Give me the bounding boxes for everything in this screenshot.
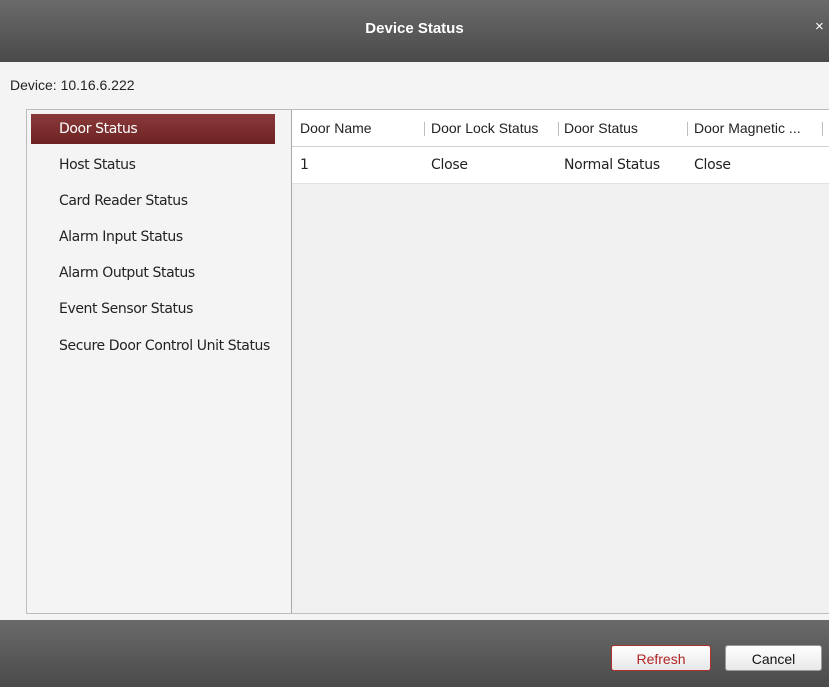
sidebar-item-event-sensor-status[interactable]: Event Sensor Status	[31, 294, 275, 324]
door-status-table: Door Name Door Lock Status Door Status D…	[292, 110, 829, 613]
table-row[interactable]: 1 Close Normal Status Close	[292, 147, 829, 184]
refresh-button[interactable]: Refresh	[611, 645, 711, 671]
sidebar-item-label: Alarm Input Status	[59, 229, 183, 245]
sidebar-item-alarm-output-status[interactable]: Alarm Output Status	[31, 258, 275, 288]
cell-door-status: Normal Status	[564, 157, 660, 173]
status-category-list: Door Status Host Status Card Reader Stat…	[27, 110, 292, 613]
dialog-footer: Refresh Cancel	[0, 620, 829, 687]
sidebar-item-host-status[interactable]: Host Status	[31, 150, 275, 180]
column-header-door-magnetic[interactable]: Door Magnetic ...	[694, 110, 819, 146]
sidebar-item-label: Door Status	[59, 121, 138, 137]
column-divider[interactable]	[424, 122, 425, 136]
cell-door-name: 1	[300, 157, 309, 173]
window-title: Device Status	[365, 20, 464, 37]
sidebar-item-alarm-input-status[interactable]: Alarm Input Status	[31, 222, 275, 252]
column-divider[interactable]	[822, 122, 823, 136]
cell-door-magnetic: Close	[694, 157, 731, 173]
column-divider[interactable]	[687, 122, 688, 136]
column-header-door-name[interactable]: Door Name	[300, 110, 420, 146]
sidebar-item-label: Alarm Output Status	[59, 265, 195, 281]
close-icon[interactable]: ×	[815, 18, 829, 35]
title-bar: Device Status ×	[0, 0, 829, 62]
sidebar-item-label: Secure Door Control Unit Status	[59, 338, 270, 354]
sidebar-item-secure-door-control-unit-status[interactable]: Secure Door Control Unit Status	[31, 331, 275, 361]
column-header-door-lock-status[interactable]: Door Lock Status	[431, 110, 558, 146]
sidebar-item-card-reader-status[interactable]: Card Reader Status	[31, 186, 275, 216]
cell-door-lock-status: Close	[431, 157, 468, 173]
table-header: Door Name Door Lock Status Door Status D…	[292, 110, 829, 147]
cancel-button[interactable]: Cancel	[725, 645, 822, 671]
sidebar-item-label: Card Reader Status	[59, 193, 188, 209]
sidebar-item-label: Event Sensor Status	[59, 301, 194, 317]
sidebar-item-door-status[interactable]: Door Status	[31, 114, 275, 144]
status-panel: Door Status Host Status Card Reader Stat…	[26, 109, 829, 614]
sidebar-item-label: Host Status	[59, 157, 136, 173]
dialog-body: Device: 10.16.6.222 Door Status Host Sta…	[0, 62, 829, 620]
device-label: Device: 10.16.6.222	[10, 77, 135, 93]
column-divider[interactable]	[558, 122, 559, 136]
column-header-door-status[interactable]: Door Status	[564, 110, 684, 146]
